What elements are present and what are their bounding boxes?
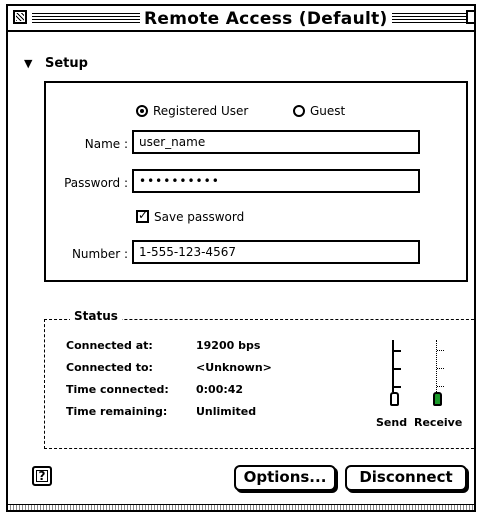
radio-registered-user[interactable]: Registered User [136, 104, 248, 118]
send-light-icon [390, 392, 399, 406]
password-label: Password : [64, 176, 128, 190]
connected-to-value: <Unknown> [196, 361, 272, 374]
save-password-label: Save password [154, 210, 245, 224]
setup-disclosure[interactable]: ▼ Setup [24, 56, 88, 71]
disclosure-triangle-icon[interactable]: ▼ [24, 57, 32, 70]
send-meter-tick [394, 386, 401, 388]
send-meter [392, 340, 401, 392]
radio-unselected-icon[interactable] [293, 105, 305, 117]
options-button[interactable]: Options... [234, 465, 336, 491]
time-connected-value: 0:00:42 [196, 383, 244, 396]
window-title: Remote Access (Default) [140, 9, 392, 29]
receive-light-icon [433, 392, 442, 406]
receive-meter-tick [437, 350, 444, 353]
receive-meter-tick [437, 386, 444, 389]
radio-selected-icon[interactable] [136, 105, 148, 117]
connected-at-value: 19200 bps [196, 339, 261, 352]
radio-guest-label: Guest [310, 104, 346, 118]
name-field[interactable]: user_name [132, 130, 420, 154]
window-bottom-edge [8, 504, 474, 510]
disconnect-button[interactable]: Disconnect [345, 465, 467, 491]
time-remaining-label: Time remaining: [66, 405, 168, 418]
number-field[interactable]: 1-555-123-4567 [132, 240, 420, 264]
time-remaining-value: Unlimited [196, 405, 257, 418]
status-section-label: Status [70, 309, 122, 323]
number-label: Number : [71, 247, 128, 261]
save-password-checkbox[interactable]: Save password [136, 208, 245, 224]
time-connected-label: Time connected: [66, 383, 169, 396]
receive-meter [436, 340, 444, 392]
send-meter-tick [394, 350, 401, 352]
zoom-box-icon[interactable] [466, 10, 474, 24]
remote-access-window: Remote Access (Default) ▼ Setup Register… [6, 4, 476, 512]
close-box-icon[interactable] [13, 10, 27, 24]
send-label: Send [376, 416, 408, 429]
name-label: Name : [84, 137, 128, 151]
receive-meter-tick [437, 368, 444, 371]
setup-section-label: Setup [45, 56, 88, 71]
receive-label: Receive [414, 416, 463, 429]
help-button[interactable]: ? [32, 466, 52, 486]
checkbox-checked-icon[interactable] [136, 208, 149, 223]
connected-at-label: Connected at: [66, 339, 153, 352]
send-meter-tick [394, 368, 401, 370]
title-bar[interactable]: Remote Access (Default) [8, 6, 474, 32]
connected-to-label: Connected to: [66, 361, 153, 374]
radio-guest[interactable]: Guest [293, 104, 345, 118]
password-field[interactable]: •••••••••• [132, 169, 420, 193]
radio-registered-label: Registered User [153, 104, 249, 118]
